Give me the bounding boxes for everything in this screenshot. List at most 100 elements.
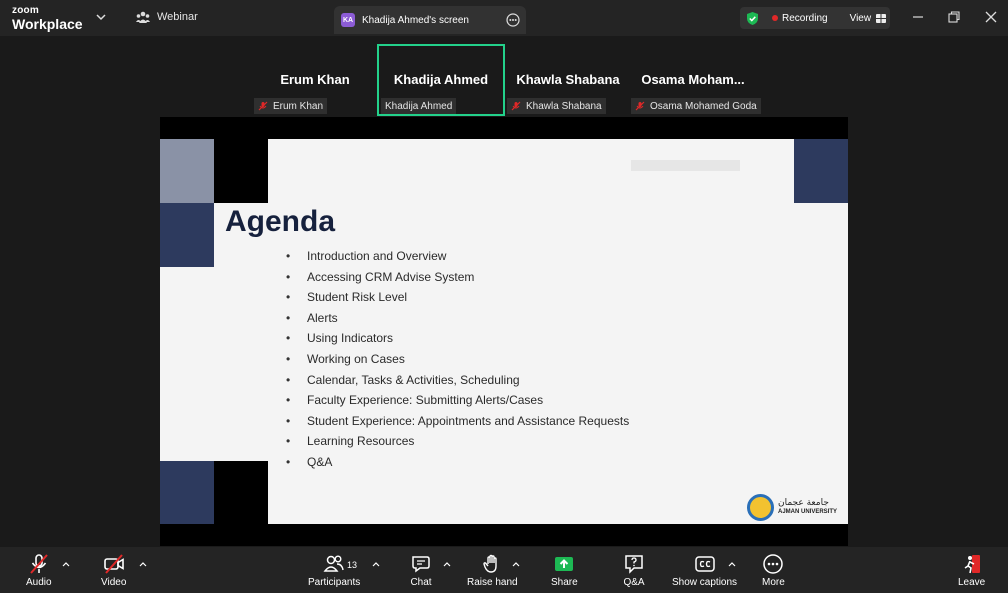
view-button[interactable]: View <box>850 13 872 24</box>
raise-hand-icon <box>483 554 497 573</box>
participant-tile-osama-mohamed-goda[interactable]: Osama Moham... Osama Mohamed Goda <box>629 44 761 116</box>
closed-captions-icon <box>694 556 715 572</box>
meeting-toolbar: Audio Video Participants 13 Chat Raise h… <box>0 547 1008 593</box>
minimize-icon[interactable] <box>911 10 925 24</box>
list-item: Accessing CRM Advise System <box>284 268 629 289</box>
qa-button[interactable]: Q&A <box>623 553 645 588</box>
show-captions-button[interactable]: Show captions <box>672 553 737 588</box>
chevron-up-icon[interactable] <box>512 561 520 567</box>
participants-button[interactable]: Participants <box>308 553 360 588</box>
mic-muted-icon <box>30 554 48 574</box>
raise-hand-button[interactable]: Raise hand <box>467 553 518 588</box>
webinar-label: Webinar <box>157 11 198 23</box>
logo-line2: Workplace <box>12 16 83 32</box>
participant-tag-text: Erum Khan <box>273 100 324 112</box>
list-item: Learning Resources <box>284 432 629 453</box>
slide-deco-navy-bottom <box>160 461 214 524</box>
list-item: Working on Cases <box>284 350 629 371</box>
participant-name-tag: Osama Mohamed Goda <box>631 98 761 114</box>
slide-deco-navy <box>160 203 214 267</box>
list-item: Faculty Experience: Submitting Alerts/Ca… <box>284 391 629 412</box>
participant-tag-text: Khawla Shabana <box>526 100 602 112</box>
presenter-avatar: KA <box>341 13 355 27</box>
slide-left-panel <box>160 267 268 461</box>
shared-screen-tab[interactable]: KA Khadija Ahmed's screen <box>334 6 526 34</box>
participant-tile-khadija-ahmed[interactable]: Khadija Ahmed Khadija Ahmed <box>377 44 505 116</box>
qa-label: Q&A <box>623 577 645 588</box>
share-label: Share <box>551 577 578 588</box>
participants-label: Participants <box>308 577 361 588</box>
grid-view-icon[interactable] <box>876 13 887 23</box>
webinar-indicator: Webinar <box>136 11 198 23</box>
audio-button[interactable]: Audio <box>26 553 52 588</box>
restore-icon[interactable] <box>947 10 961 24</box>
logo-english-text: AJMAN UNIVERSITY <box>778 509 838 516</box>
chevron-up-icon[interactable] <box>443 561 451 567</box>
list-item: Alerts <box>284 309 629 330</box>
chevron-up-icon[interactable] <box>372 561 380 567</box>
participant-tile-khawla-shabana[interactable]: Khawla Shabana Khawla Shabana <box>505 44 631 116</box>
shared-screen-title: Khadija Ahmed's screen <box>362 14 469 26</box>
zoom-workplace-logo[interactable]: zoom Workplace <box>12 5 83 32</box>
list-item: Calendar, Tasks & Activities, Scheduling <box>284 371 629 392</box>
raise-hand-label: Raise hand <box>467 577 518 588</box>
leave-button[interactable]: Leave <box>958 553 985 588</box>
chevron-down-icon[interactable] <box>95 11 107 23</box>
qa-icon <box>625 555 643 574</box>
shared-screen: Agenda Introduction and Overview Accessi… <box>160 117 848 546</box>
list-item: Student Experience: Appointments and Ass… <box>284 412 629 433</box>
participant-name-tag: Khadija Ahmed <box>381 98 457 114</box>
participant-name: Erum Khan <box>280 72 350 87</box>
participants-icon <box>323 555 344 572</box>
participant-name: Khawla Shabana <box>516 72 620 87</box>
video-button[interactable]: Video <box>101 553 126 588</box>
zoom-webinar-window: zoom Workplace Webinar KA Khadija Ahmed'… <box>0 0 1008 593</box>
list-item: Student Risk Level <box>284 288 629 309</box>
leave-icon <box>964 555 980 574</box>
slide-placeholder-bar <box>631 160 740 171</box>
logo-line1: zoom <box>12 5 39 16</box>
participant-tag-text: Khadija Ahmed <box>385 100 453 112</box>
chevron-up-icon[interactable] <box>728 561 736 567</box>
ajman-university-logo: جامعة عجمان AJMAN UNIVERSITY <box>747 494 837 521</box>
video-label: Video <box>101 577 127 588</box>
chevron-up-icon[interactable] <box>62 561 70 567</box>
title-bar: zoom Workplace Webinar KA Khadija Ahmed'… <box>0 0 1008 36</box>
participant-name: Khadija Ahmed <box>393 72 489 87</box>
chat-icon <box>412 556 430 573</box>
agenda-list: Introduction and Overview Accessing CRM … <box>284 247 629 474</box>
more-options-icon[interactable] <box>506 13 520 27</box>
chevron-up-icon[interactable] <box>139 561 147 567</box>
show-captions-label: Show captions <box>672 577 738 588</box>
list-item: Using Indicators <box>284 329 629 350</box>
more-icon <box>763 554 784 574</box>
participant-name-tag: Erum Khan <box>254 98 328 114</box>
webinar-icon <box>136 11 150 23</box>
participant-name: Osama Moham... <box>641 72 745 87</box>
audio-label: Audio <box>26 577 52 588</box>
logo-arabic-text: جامعة عجمان <box>778 498 829 509</box>
list-item: Q&A <box>284 453 629 474</box>
recording-view-box: Recording View <box>740 7 890 29</box>
slide-title: Agenda <box>225 205 336 238</box>
more-button[interactable]: More <box>762 553 785 588</box>
university-seal-icon <box>747 494 774 521</box>
mic-muted-icon <box>258 101 268 111</box>
participant-tile-erum-khan[interactable]: Erum Khan Erum Khan <box>252 44 378 116</box>
chat-button[interactable]: Chat <box>410 553 432 588</box>
participants-count: 13 <box>347 560 358 570</box>
slide-deco-gray <box>160 139 214 203</box>
recording-label[interactable]: Recording <box>782 13 828 24</box>
leave-label: Leave <box>958 577 986 588</box>
mic-muted-icon <box>635 101 645 111</box>
recording-dot-icon <box>772 15 778 21</box>
more-label: More <box>762 577 785 588</box>
share-button[interactable]: Share <box>551 553 578 588</box>
slide-deco-navy-right <box>794 139 848 203</box>
close-icon[interactable] <box>984 10 998 24</box>
shield-check-icon[interactable] <box>745 11 760 26</box>
mic-muted-icon <box>511 101 521 111</box>
share-screen-icon <box>555 557 574 571</box>
participant-name-tag: Khawla Shabana <box>507 98 606 114</box>
chat-label: Chat <box>410 577 432 588</box>
